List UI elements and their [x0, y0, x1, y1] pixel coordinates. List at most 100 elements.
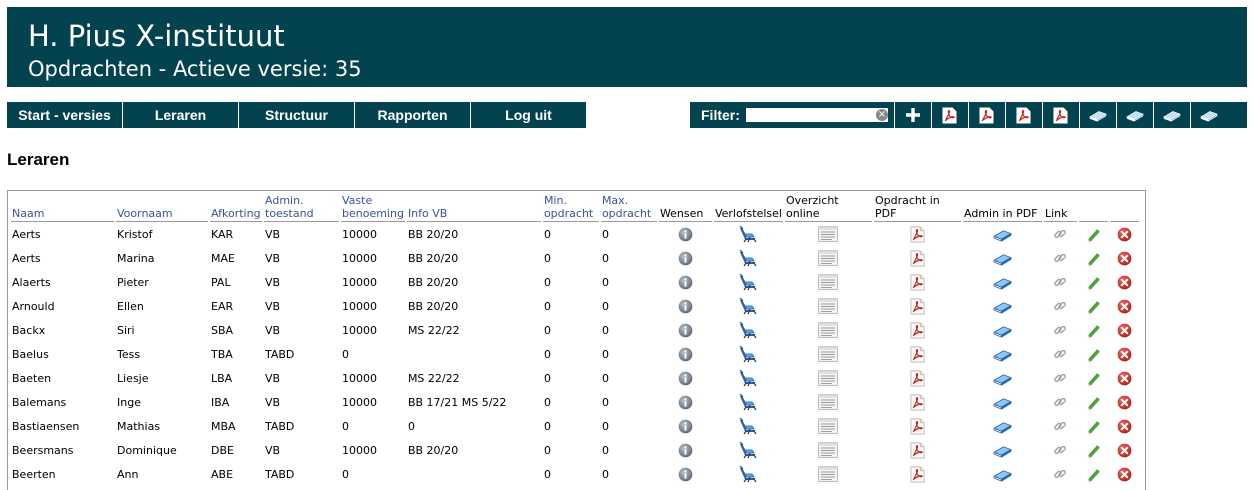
toolbar-plus-button[interactable] [893, 102, 931, 128]
document-icon[interactable] [818, 250, 838, 266]
delete-icon[interactable] [1117, 227, 1132, 242]
link-icon[interactable] [1053, 371, 1067, 385]
book-icon[interactable] [992, 251, 1013, 266]
pdf-icon[interactable] [910, 274, 925, 291]
book-icon[interactable] [992, 419, 1013, 434]
document-icon[interactable] [818, 274, 838, 290]
document-icon[interactable] [818, 346, 838, 362]
edit-pencil-icon[interactable] [1086, 227, 1101, 242]
edit-pencil-icon[interactable] [1086, 275, 1101, 290]
delete-icon[interactable] [1117, 467, 1132, 482]
edit-pencil-icon[interactable] [1086, 251, 1101, 266]
beach-chair-icon[interactable] [738, 225, 758, 243]
beach-chair-icon[interactable] [738, 273, 758, 291]
menu-log-uit[interactable]: Log uit [471, 102, 586, 128]
document-icon[interactable] [818, 418, 838, 434]
column-header[interactable]: Min. opdracht [542, 191, 599, 222]
menu-structuur[interactable]: Structuur [239, 102, 355, 128]
beach-chair-icon[interactable] [738, 441, 758, 459]
edit-pencil-icon[interactable] [1086, 371, 1101, 386]
toolbar-book-button[interactable] [1078, 102, 1116, 128]
book-icon[interactable] [992, 371, 1013, 386]
filter-input[interactable] [745, 108, 888, 122]
book-icon[interactable] [992, 395, 1013, 410]
book-icon[interactable] [992, 443, 1013, 458]
clear-filter-icon[interactable]: × [875, 109, 888, 121]
info-icon[interactable] [678, 275, 693, 290]
column-header[interactable]: Voornaam [116, 191, 208, 222]
edit-pencil-icon[interactable] [1086, 395, 1101, 410]
link-icon[interactable] [1053, 299, 1067, 313]
info-icon[interactable] [678, 251, 693, 266]
document-icon[interactable] [818, 226, 838, 242]
column-header[interactable]: Vaste benoeming [341, 191, 405, 222]
document-icon[interactable] [818, 298, 838, 314]
edit-pencil-icon[interactable] [1086, 299, 1101, 314]
link-icon[interactable] [1053, 419, 1067, 433]
toolbar-pdf-button[interactable] [930, 102, 968, 128]
toolbar-pdf-button[interactable] [967, 102, 1005, 128]
pdf-icon[interactable] [910, 346, 925, 363]
menu-leraren[interactable]: Leraren [123, 102, 239, 128]
pdf-icon[interactable] [910, 418, 925, 435]
book-icon[interactable] [992, 227, 1013, 242]
book-icon[interactable] [992, 347, 1013, 362]
delete-icon[interactable] [1117, 347, 1132, 362]
edit-pencil-icon[interactable] [1086, 419, 1101, 434]
edit-pencil-icon[interactable] [1086, 347, 1101, 362]
beach-chair-icon[interactable] [738, 369, 758, 387]
delete-icon[interactable] [1117, 419, 1132, 434]
delete-icon[interactable] [1117, 323, 1132, 338]
document-icon[interactable] [818, 370, 838, 386]
book-icon[interactable] [992, 467, 1013, 482]
edit-pencil-icon[interactable] [1086, 443, 1101, 458]
document-icon[interactable] [818, 466, 838, 482]
book-icon[interactable] [992, 323, 1013, 338]
info-icon[interactable] [678, 371, 693, 386]
book-icon[interactable] [992, 275, 1013, 290]
column-header[interactable]: Max. opdracht [600, 191, 657, 222]
document-icon[interactable] [818, 394, 838, 410]
beach-chair-icon[interactable] [738, 297, 758, 315]
beach-chair-icon[interactable] [738, 417, 758, 435]
pdf-icon[interactable] [910, 322, 925, 339]
beach-chair-icon[interactable] [738, 393, 758, 411]
link-icon[interactable] [1053, 275, 1067, 289]
link-icon[interactable] [1053, 227, 1067, 241]
document-icon[interactable] [818, 442, 838, 458]
column-header[interactable]: Afkorting [210, 191, 262, 222]
beach-chair-icon[interactable] [738, 345, 758, 363]
beach-chair-icon[interactable] [738, 465, 758, 483]
pdf-icon[interactable] [910, 226, 925, 243]
pdf-icon[interactable] [910, 250, 925, 267]
column-header[interactable]: Info VB [406, 191, 541, 222]
delete-icon[interactable] [1117, 275, 1132, 290]
toolbar-book-button[interactable] [1152, 102, 1190, 128]
link-icon[interactable] [1053, 251, 1067, 265]
delete-icon[interactable] [1117, 251, 1132, 266]
pdf-icon[interactable] [910, 298, 925, 315]
info-icon[interactable] [678, 419, 693, 434]
info-icon[interactable] [678, 323, 693, 338]
info-icon[interactable] [678, 395, 693, 410]
delete-icon[interactable] [1117, 371, 1132, 386]
book-icon[interactable] [992, 299, 1013, 314]
toolbar-book-button[interactable] [1189, 102, 1227, 128]
column-header[interactable]: Naam [11, 191, 114, 222]
toolbar-book-button[interactable] [1115, 102, 1153, 128]
menu-start-versies[interactable]: Start - versies [7, 102, 123, 128]
beach-chair-icon[interactable] [738, 321, 758, 339]
delete-icon[interactable] [1117, 299, 1132, 314]
delete-icon[interactable] [1117, 443, 1132, 458]
edit-pencil-icon[interactable] [1086, 467, 1101, 482]
link-icon[interactable] [1053, 395, 1067, 409]
menu-rapporten[interactable]: Rapporten [355, 102, 471, 128]
info-icon[interactable] [678, 467, 693, 482]
toolbar-pdf-button[interactable] [1041, 102, 1079, 128]
info-icon[interactable] [678, 347, 693, 362]
link-icon[interactable] [1053, 443, 1067, 457]
pdf-icon[interactable] [910, 442, 925, 459]
pdf-icon[interactable] [910, 394, 925, 411]
link-icon[interactable] [1053, 323, 1067, 337]
edit-pencil-icon[interactable] [1086, 323, 1101, 338]
